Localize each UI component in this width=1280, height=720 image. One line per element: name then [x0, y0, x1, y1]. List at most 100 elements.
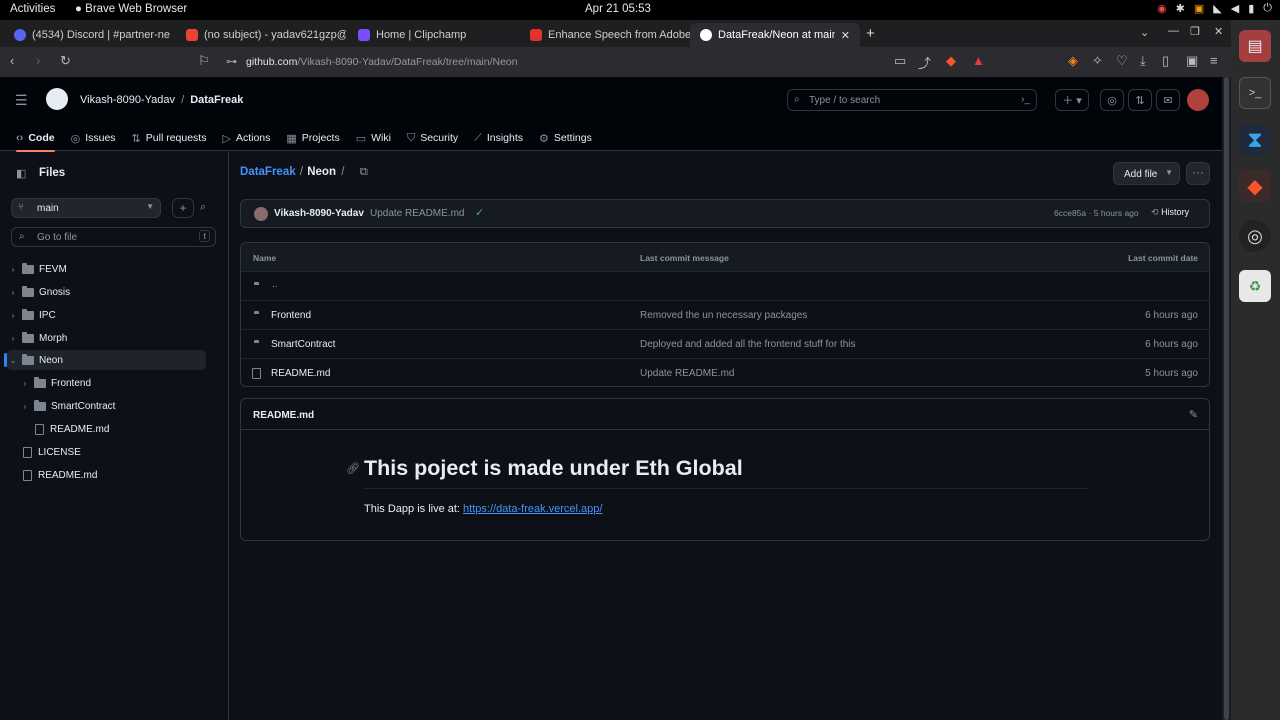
tab-issues[interactable]: ◎ Issues — [63, 125, 124, 151]
table-row[interactable]: Frontend Removed the un necessary packag… — [241, 300, 1209, 329]
tab-wiki[interactable]: ▭ Wiki — [348, 125, 399, 151]
check-icon[interactable]: ✓ — [475, 206, 484, 219]
wifi-icon[interactable]: ◣ — [1213, 2, 1221, 15]
browser-tab-active[interactable]: DataFreak/Neon at main ✕ — [690, 23, 860, 47]
table-row[interactable]: README.md Update README.md 5 hours ago — [241, 358, 1209, 387]
file-name-link[interactable]: SmartContract — [271, 339, 335, 350]
github-logo-icon[interactable] — [46, 88, 68, 110]
breadcrumb-repo-link[interactable]: DataFreak — [240, 166, 296, 178]
browser-tab[interactable]: Enhance Speech from Adobe — [520, 23, 690, 47]
more-options-button[interactable]: ··· — [1186, 162, 1210, 185]
commit-message-link[interactable]: Deployed and added all the frontend stuf… — [640, 339, 856, 350]
tree-item[interactable]: README.md — [6, 465, 206, 485]
scrollbar-thumb[interactable] — [1224, 77, 1229, 720]
add-file-button[interactable]: Add file ▼ — [1113, 162, 1180, 185]
menu-icon[interactable]: ≡ — [1210, 53, 1218, 68]
history-button[interactable]: ⟲ History — [1151, 207, 1189, 218]
tab-security[interactable]: ⛉ Security — [399, 125, 466, 151]
brave-shields-icon[interactable]: ◆ — [946, 53, 956, 69]
power-icon[interactable]: ⏻ — [1263, 2, 1272, 15]
system-tray[interactable]: ◉ ✱ ▣ ◣ ◀ ▮ ⏻ — [1157, 2, 1272, 15]
browser-tab[interactable]: Home | Clipchamp — [348, 23, 518, 47]
tree-item[interactable]: › IPC — [6, 305, 206, 325]
commit-author[interactable]: Vikash-8090-Yadav — [274, 208, 364, 219]
readme-filename[interactable]: README.md — [253, 410, 314, 421]
live-url-link[interactable]: https://data-freak.vercel.app/ — [463, 503, 602, 515]
record-icon[interactable]: ◉ — [1157, 2, 1167, 15]
tree-item[interactable]: README.md — [18, 419, 218, 439]
file-name-link[interactable]: Frontend — [271, 310, 311, 321]
repo-owner-link[interactable]: Vikash-8090-Yadav — [80, 94, 175, 106]
extensions-icon[interactable]: ✧ — [1092, 53, 1103, 69]
clock[interactable]: Apr 21 05:53 — [585, 3, 651, 15]
browser-tab[interactable]: (4534) Discord | #partner-ne — [4, 23, 174, 47]
avatar[interactable] — [1187, 89, 1209, 111]
browser-tab[interactable]: (no subject) - yadav621gzp@ — [176, 23, 346, 47]
minimize-icon[interactable]: — — [1168, 25, 1179, 37]
accessibility-icon[interactable]: ✱ — [1176, 2, 1185, 15]
file-name-link[interactable]: README.md — [271, 368, 330, 379]
address-bar[interactable]: ⊶ github.com/Vikash-8090-Yadav/DataFreak… — [220, 51, 1040, 73]
download-icon[interactable]: ⤓ — [1140, 53, 1146, 69]
close-tab-icon[interactable]: ✕ — [841, 29, 850, 42]
edit-pencil-icon[interactable]: ✎ — [1189, 408, 1198, 421]
terminal-app-icon[interactable]: >_ — [1239, 77, 1271, 109]
avatar[interactable] — [254, 207, 268, 221]
tree-item[interactable]: › Gnosis — [6, 282, 206, 302]
commit-message-link[interactable]: Removed the un necessary packages — [640, 310, 807, 321]
battery-icon[interactable]: ▮ — [1248, 2, 1254, 15]
create-new-button[interactable]: ＋ ▾ — [1055, 89, 1089, 111]
wallet-icon[interactable]: ▣ — [1186, 53, 1198, 69]
tree-item-selected[interactable]: ⌄ Neon — [4, 350, 206, 370]
anchor-link-icon[interactable]: 🔗︎ — [346, 462, 360, 475]
sidebar-toggle-icon[interactable]: ▯ — [1162, 53, 1169, 69]
obs-app-icon[interactable]: ◎ — [1239, 220, 1271, 252]
copy-path-icon[interactable]: ⧉ — [360, 166, 368, 178]
hamburger-menu-icon[interactable]: ☰ — [15, 92, 28, 109]
metamask-icon[interactable]: ◈ — [1068, 53, 1078, 69]
parent-directory-link[interactable]: .. — [272, 279, 278, 290]
cast-icon[interactable]: ▭ — [894, 53, 906, 69]
vscode-app-icon[interactable]: ⧗ — [1239, 124, 1271, 156]
tab-actions[interactable]: ▷ Actions — [214, 125, 278, 151]
commit-message-link[interactable]: Update README.md — [640, 368, 734, 379]
go-to-file-input[interactable]: ⌕ Go to file t — [11, 227, 216, 247]
add-file-icon[interactable]: + — [172, 198, 194, 218]
tab-pull-requests[interactable]: ⇅ Pull requests — [124, 125, 215, 151]
page-scrollbar[interactable] — [1222, 77, 1231, 720]
tab-code[interactable]: ‹› Code — [8, 125, 63, 152]
close-window-icon[interactable]: ✕ — [1214, 25, 1223, 38]
brave-app-icon[interactable]: ◆ — [1239, 170, 1271, 202]
tree-item[interactable]: › SmartContract — [18, 396, 218, 416]
tree-item[interactable]: › Frontend — [18, 373, 218, 393]
commit-message[interactable]: Update README.md — [370, 208, 464, 219]
commit-sha[interactable]: 6cce85a — [1054, 208, 1086, 218]
search-input[interactable]: ⌕ Type / to search ›_ — [787, 89, 1037, 111]
reload-icon[interactable]: ↻ — [60, 53, 71, 69]
branch-selector[interactable]: ⑂ main ▼ — [11, 198, 161, 218]
bookmark-icon[interactable]: ⚐ — [198, 53, 210, 69]
activities-button[interactable]: Activities — [10, 3, 55, 15]
trash-app-icon[interactable]: ♻ — [1239, 270, 1271, 302]
tree-item[interactable]: › Morph — [6, 328, 206, 348]
maximize-icon[interactable]: ❐ — [1190, 25, 1200, 38]
app-name[interactable]: ● Brave Web Browser — [75, 3, 187, 15]
back-icon[interactable]: ‹ — [10, 53, 14, 68]
tree-item[interactable]: › FEVM — [6, 259, 206, 279]
tab-insights[interactable]: ⟋ Insights — [466, 125, 531, 151]
table-row[interactable]: SmartContract Deployed and added all the… — [241, 329, 1209, 358]
command-palette-icon[interactable]: ›_ — [1021, 94, 1030, 105]
brave-rewards-icon[interactable]: ▲ — [972, 53, 985, 68]
files-app-icon[interactable]: ▤ — [1239, 30, 1271, 62]
tree-item[interactable]: LICENSE — [6, 442, 206, 462]
bookmarks-icon[interactable]: ♡ — [1116, 53, 1128, 69]
issues-icon[interactable]: ◎ — [1100, 89, 1124, 111]
collapse-sidebar-icon[interactable]: ◧ — [16, 167, 26, 180]
site-info-icon[interactable]: ⊶ — [226, 55, 237, 68]
tab-projects[interactable]: ▦ Projects — [278, 125, 347, 151]
tab-settings[interactable]: ⚙ Settings — [531, 125, 600, 151]
forward-icon[interactable]: › — [36, 53, 40, 68]
parent-directory-row[interactable]: .. — [241, 271, 1209, 300]
share-icon[interactable]: ⤴ — [918, 53, 931, 72]
pull-requests-icon[interactable]: ⇅ — [1128, 89, 1152, 111]
